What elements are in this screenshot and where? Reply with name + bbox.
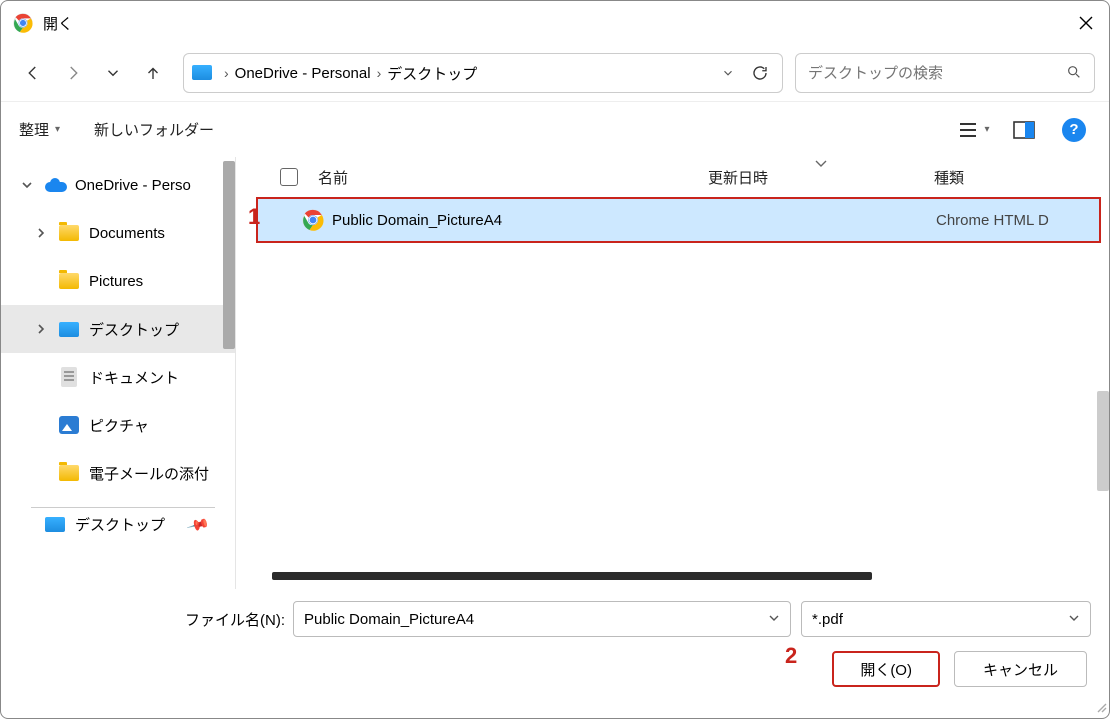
pin-icon: 📌 bbox=[186, 512, 211, 537]
collapse-icon[interactable] bbox=[19, 179, 35, 191]
header-date[interactable]: 更新日時 bbox=[708, 167, 934, 188]
filename-label: ファイル名(N): bbox=[1, 609, 293, 630]
chevron-down-icon bbox=[1068, 611, 1080, 628]
organize-label: 整理 bbox=[19, 119, 49, 140]
chrome-icon bbox=[302, 209, 324, 231]
open-button[interactable]: 開く(O) bbox=[832, 651, 940, 687]
toolbar: 整理 ▾ 新しいフォルダー ▾ ? bbox=[1, 101, 1109, 157]
forward-button[interactable] bbox=[55, 55, 91, 91]
preview-pane-button[interactable] bbox=[1007, 113, 1041, 147]
breadcrumb-desktop[interactable]: デスクトップ bbox=[387, 63, 477, 84]
header-name[interactable]: 名前 bbox=[318, 167, 708, 188]
bottom-panel: ファイル名(N): Public Domain_PictureA4 *.pdf … bbox=[1, 589, 1109, 699]
horizontal-scrollbar[interactable] bbox=[272, 569, 1091, 583]
folder-icon bbox=[59, 224, 79, 242]
annotation-2: 2 bbox=[785, 643, 797, 669]
tree-label: 電子メールの添付 bbox=[89, 463, 209, 484]
titlebar: 開く bbox=[1, 1, 1109, 45]
folder-icon bbox=[59, 272, 79, 290]
address-dropdown[interactable] bbox=[712, 57, 744, 89]
file-type: Chrome HTML D bbox=[936, 212, 1099, 229]
tree-label: Documents bbox=[89, 225, 165, 242]
tree-label: デスクトップ bbox=[75, 514, 165, 535]
back-button[interactable] bbox=[15, 55, 51, 91]
new-folder-button[interactable]: 新しいフォルダー bbox=[94, 119, 214, 140]
tree-label: デスクトップ bbox=[89, 319, 179, 340]
nav-bar: › OneDrive - Personal › デスクトップ bbox=[1, 45, 1109, 101]
tree-item-documents-jp[interactable]: ドキュメント bbox=[1, 353, 235, 401]
search-box[interactable] bbox=[795, 53, 1095, 93]
tree-label: Pictures bbox=[89, 273, 143, 290]
chevron-down-icon: ▾ bbox=[55, 124, 60, 135]
close-button[interactable] bbox=[1063, 1, 1109, 45]
desktop-icon bbox=[45, 517, 65, 532]
organize-menu[interactable]: 整理 ▾ bbox=[19, 119, 60, 140]
refresh-button[interactable] bbox=[744, 57, 776, 89]
chevron-down-icon: ▾ bbox=[984, 124, 989, 135]
help-icon: ? bbox=[1062, 118, 1086, 142]
desktop-icon bbox=[59, 320, 79, 338]
onedrive-icon bbox=[45, 176, 65, 194]
view-menu[interactable]: ▾ bbox=[957, 113, 991, 147]
file-name: Public Domain_PictureA4 bbox=[332, 212, 712, 229]
document-icon bbox=[59, 368, 79, 386]
sort-desc-icon bbox=[814, 155, 828, 172]
search-input[interactable] bbox=[808, 65, 1066, 82]
main-area: OneDrive - Perso Documents Pictures デスクト… bbox=[1, 157, 1109, 589]
tree-item-desktop[interactable]: デスクトップ bbox=[1, 305, 235, 353]
address-bar[interactable]: › OneDrive - Personal › デスクトップ bbox=[183, 53, 783, 93]
window-title: 開く bbox=[43, 13, 73, 34]
filetype-filter[interactable]: *.pdf bbox=[801, 601, 1091, 637]
header-type[interactable]: 種類 bbox=[934, 167, 1109, 188]
search-icon bbox=[1066, 64, 1082, 83]
file-list: 名前 更新日時 種類 Public Domain_PictureA4 Chrom… bbox=[235, 157, 1109, 589]
tree-item-onedrive[interactable]: OneDrive - Perso bbox=[1, 161, 235, 209]
tree-label: OneDrive - Perso bbox=[75, 177, 191, 194]
nav-tree: OneDrive - Perso Documents Pictures デスクト… bbox=[1, 157, 235, 589]
up-button[interactable] bbox=[135, 55, 171, 91]
new-folder-label: 新しいフォルダー bbox=[94, 119, 214, 140]
tree-item-documents[interactable]: Documents bbox=[1, 209, 235, 257]
column-headers: 名前 更新日時 種類 bbox=[236, 157, 1109, 197]
annotation-1: 1 bbox=[248, 204, 260, 230]
expand-icon[interactable] bbox=[33, 227, 49, 239]
resize-grip[interactable] bbox=[1095, 700, 1107, 716]
desktop-icon bbox=[192, 65, 212, 81]
separator bbox=[31, 507, 215, 508]
tree-item-email[interactable]: 電子メールの添付 bbox=[1, 449, 235, 497]
recent-dropdown[interactable] bbox=[95, 55, 131, 91]
tree-item-pictures-jp[interactable]: ピクチャ bbox=[1, 401, 235, 449]
filter-value: *.pdf bbox=[812, 611, 843, 628]
chrome-icon bbox=[13, 13, 33, 33]
pictures-icon bbox=[59, 416, 79, 434]
pinned-desktop[interactable]: デスクトップ 📌 bbox=[1, 514, 235, 535]
chevron-right-icon: › bbox=[224, 65, 229, 81]
breadcrumb-onedrive[interactable]: OneDrive - Personal bbox=[235, 65, 371, 82]
cancel-button[interactable]: キャンセル bbox=[954, 651, 1087, 687]
content-scrollbar[interactable] bbox=[1097, 391, 1109, 547]
tree-item-pictures[interactable]: Pictures bbox=[1, 257, 235, 305]
chevron-down-icon bbox=[768, 611, 780, 628]
filename-combobox[interactable]: Public Domain_PictureA4 bbox=[293, 601, 791, 637]
filename-value: Public Domain_PictureA4 bbox=[304, 611, 474, 628]
expand-icon[interactable] bbox=[33, 323, 49, 335]
help-button[interactable]: ? bbox=[1057, 113, 1091, 147]
tree-label: ピクチャ bbox=[89, 415, 149, 436]
tree-label: ドキュメント bbox=[89, 367, 179, 388]
file-row-selected[interactable]: Public Domain_PictureA4 Chrome HTML D bbox=[256, 197, 1101, 243]
chevron-right-icon: › bbox=[377, 65, 382, 81]
sidebar-scrollbar[interactable] bbox=[223, 161, 235, 541]
folder-icon bbox=[59, 464, 79, 482]
select-all-checkbox[interactable] bbox=[280, 168, 304, 186]
